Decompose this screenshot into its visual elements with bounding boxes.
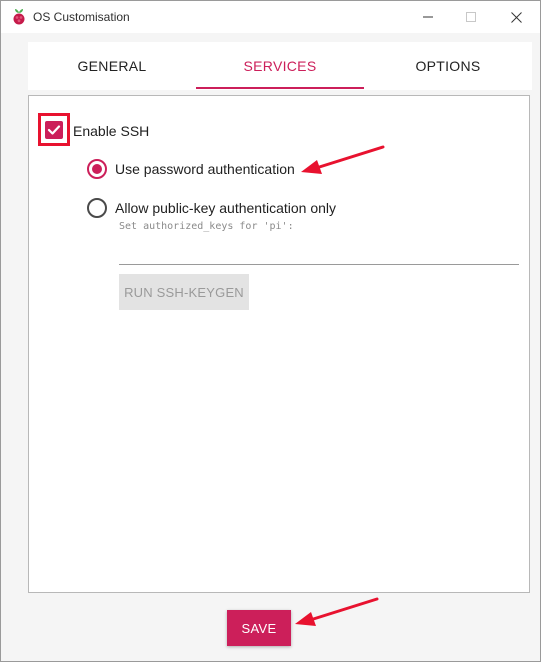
public-key-auth-label: Allow public-key authentication only xyxy=(115,200,337,216)
minimize-button[interactable] xyxy=(405,1,451,33)
active-tab-indicator xyxy=(196,87,364,89)
window-title: OS Customisation xyxy=(33,10,130,24)
dialog-window: OS Customisation GENERAL SERVICES OPTION… xyxy=(0,0,541,662)
minimize-icon xyxy=(423,16,433,18)
tab-bar: GENERAL SERVICES OPTIONS xyxy=(28,42,532,90)
run-ssh-keygen-button[interactable]: RUN SSH-KEYGEN xyxy=(119,274,249,310)
tab-services[interactable]: SERVICES xyxy=(196,42,364,90)
annotation-highlight-box xyxy=(38,113,70,146)
title-bar: OS Customisation xyxy=(1,1,540,33)
arrow-annotation-icon xyxy=(295,597,379,626)
raspberry-pi-icon xyxy=(13,9,25,25)
public-key-auth-radio[interactable] xyxy=(87,198,107,218)
close-button[interactable] xyxy=(493,1,539,33)
save-button[interactable]: SAVE xyxy=(227,610,291,646)
authorized-keys-input[interactable] xyxy=(119,237,519,263)
maximize-icon xyxy=(466,12,476,22)
authorized-keys-hint: Set authorized_keys for 'pi': xyxy=(119,221,294,232)
arrow-annotation-icon xyxy=(301,145,385,174)
tab-general[interactable]: GENERAL xyxy=(28,42,196,90)
authorized-keys-underline xyxy=(119,264,519,265)
enable-ssh-label: Enable SSH xyxy=(73,123,150,139)
password-auth-label: Use password authentication xyxy=(115,161,295,177)
tab-options[interactable]: OPTIONS xyxy=(364,42,532,90)
password-auth-radio[interactable] xyxy=(87,159,107,179)
close-icon xyxy=(510,11,522,23)
maximize-button[interactable] xyxy=(448,1,494,33)
